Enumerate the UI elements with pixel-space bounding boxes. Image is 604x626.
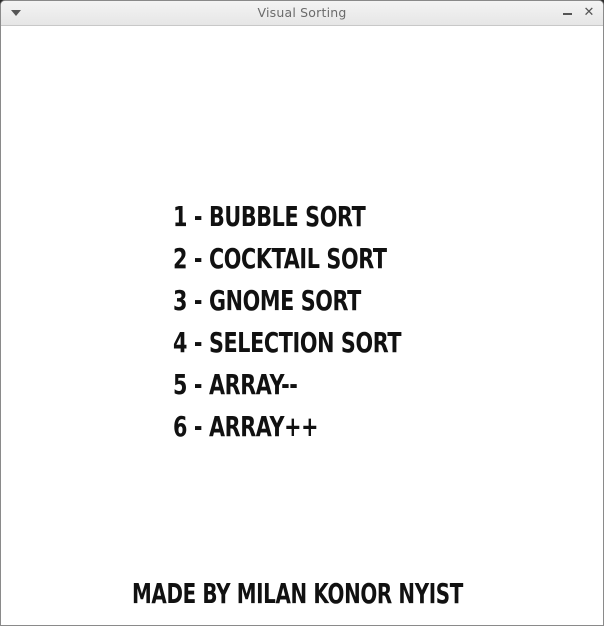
menu-item-bubble-sort: 1 - BUBBLE SORT	[173, 200, 366, 233]
menu-item-gnome-sort: 3 - GNOME SORT	[173, 284, 361, 317]
close-icon: ✕	[583, 5, 595, 20]
close-button[interactable]: ✕	[580, 4, 598, 22]
window-title: Visual Sorting	[257, 5, 347, 20]
canvas-area[interactable]: 1 - BUBBLE SORT 2 - COCKTAIL SORT 3 - GN…	[1, 26, 603, 625]
minimize-button[interactable]	[559, 4, 577, 22]
author-credit: MADE BY MILAN KONOR NYIST	[132, 577, 463, 610]
menu-item-array-decrease: 5 - ARRAY--	[173, 368, 298, 401]
menu-item-array-increase: 6 - ARRAY++	[173, 410, 319, 443]
menu-item-selection-sort: 4 - SELECTION SORT	[173, 326, 402, 359]
app-window: Visual Sorting ✕ 1 - BUBBLE SORT 2 - COC…	[0, 0, 604, 626]
minimize-icon	[563, 13, 572, 15]
sort-menu: 1 - BUBBLE SORT 2 - COCKTAIL SORT 3 - GN…	[173, 199, 481, 451]
menu-item-cocktail-sort: 2 - COCKTAIL SORT	[173, 242, 387, 275]
title-bar[interactable]: Visual Sorting ✕	[1, 1, 603, 26]
